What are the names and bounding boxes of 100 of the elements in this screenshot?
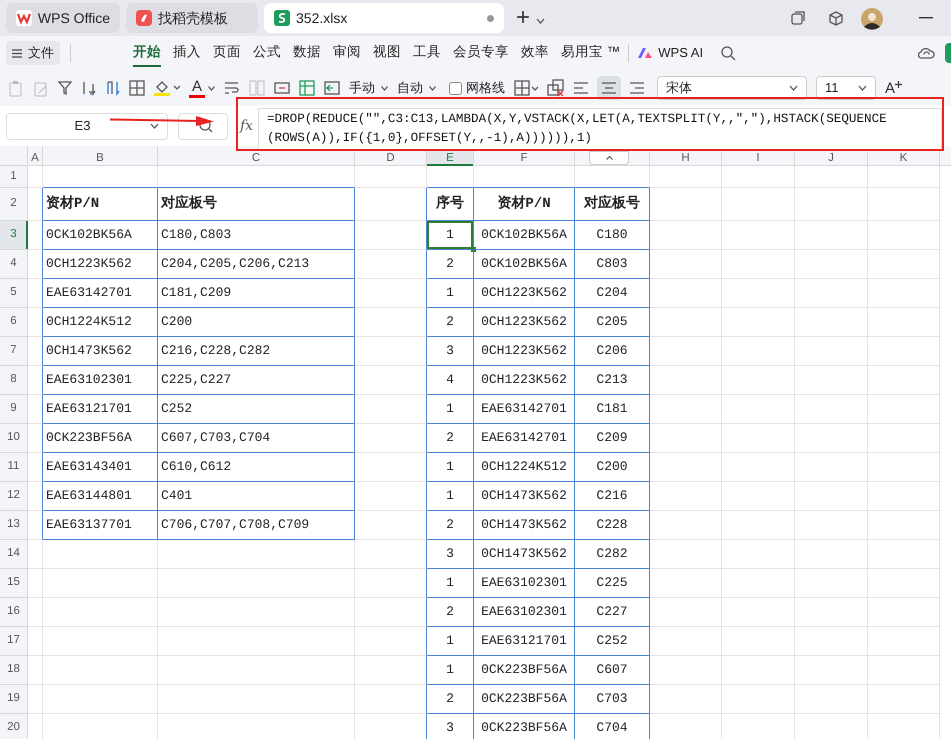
table-cell[interactable]: C204: [575, 279, 650, 308]
row-header[interactable]: 1: [0, 166, 28, 188]
window-restore-icon[interactable]: [791, 11, 805, 25]
table-cell[interactable]: 0CK102BK56A: [43, 221, 158, 250]
table-cell[interactable]: 1: [427, 395, 474, 424]
table-cell[interactable]: EAE63137701: [43, 511, 158, 540]
sheet-cell[interactable]: [355, 424, 427, 453]
ribbon-tab[interactable]: 视图: [373, 39, 401, 67]
sort-descending-icon[interactable]: [105, 80, 120, 96]
table-cell[interactable]: C206: [575, 337, 650, 366]
sheet-cell[interactable]: [355, 366, 427, 395]
sheet-cell[interactable]: [28, 395, 43, 424]
table-cell[interactable]: C225: [575, 569, 650, 598]
sheet-cell[interactable]: [28, 366, 43, 395]
fill-color-icon[interactable]: [154, 79, 180, 97]
table-cell[interactable]: EAE63142701: [43, 279, 158, 308]
table-cell[interactable]: C180: [575, 221, 650, 250]
row-height-icon[interactable]: [274, 80, 290, 96]
table-cell[interactable]: C181,C209: [158, 279, 355, 308]
row-header[interactable]: 2: [0, 188, 28, 221]
sheet-cell[interactable]: [355, 221, 427, 250]
ribbon-tab[interactable]: 易用宝 ™: [561, 39, 620, 67]
table-cell[interactable]: 0CK223BF56A: [474, 656, 575, 685]
row-height-dropdown[interactable]: 手动: [349, 78, 388, 98]
row-header[interactable]: 9: [0, 395, 28, 424]
table-cell[interactable]: C181: [575, 395, 650, 424]
table-cell[interactable]: C704: [575, 714, 650, 739]
ribbon-tab[interactable]: 审阅: [333, 39, 361, 67]
ribbon-tab[interactable]: 插入: [173, 39, 201, 67]
column-header[interactable]: E: [446, 152, 454, 164]
gridlines-checkbox[interactable]: 网格线: [449, 78, 505, 98]
align-right-icon[interactable]: [630, 82, 644, 94]
search-icon[interactable]: [721, 46, 736, 60]
table-cell[interactable]: 0CH1223K562: [474, 279, 575, 308]
table-cell[interactable]: 0CH1224K512: [474, 453, 575, 482]
name-box[interactable]: E3: [6, 112, 168, 140]
table-cell[interactable]: 1: [427, 279, 474, 308]
table-cell[interactable]: C610,C612: [158, 453, 355, 482]
table-cell[interactable]: 0CK223BF56A: [474, 685, 575, 714]
sheet-cell[interactable]: [355, 627, 427, 656]
ribbon-tab[interactable]: 数据: [293, 39, 321, 67]
cloud-sync-icon[interactable]: [918, 46, 935, 60]
column-heading[interactable]: 资材P/N: [474, 188, 575, 221]
table-border-icon[interactable]: [129, 80, 145, 96]
sheet-cell[interactable]: [355, 685, 427, 714]
table-cell[interactable]: C228: [575, 511, 650, 540]
sheet-cell[interactable]: [28, 453, 43, 482]
row-header[interactable]: 20: [0, 714, 28, 739]
table-cell[interactable]: 3: [427, 540, 474, 569]
sheet-cell[interactable]: [28, 188, 43, 221]
font-color-button[interactable]: A: [189, 78, 215, 98]
column-header[interactable]: B: [96, 152, 104, 164]
row-header[interactable]: 3: [0, 221, 28, 250]
table-cell[interactable]: C252: [158, 395, 355, 424]
align-left-icon[interactable]: [574, 82, 588, 94]
table-cell[interactable]: C803: [575, 250, 650, 279]
sheet-cell[interactable]: [355, 395, 427, 424]
table-cell[interactable]: 0CH1223K562: [474, 366, 575, 395]
table-cell[interactable]: 0CH1473K562: [474, 482, 575, 511]
ribbon-tab[interactable]: 会员专享: [453, 39, 509, 67]
avatar-icon[interactable]: [861, 8, 883, 30]
sheet-cell[interactable]: [355, 598, 427, 627]
table-cell[interactable]: C180,C803: [158, 221, 355, 250]
column-heading[interactable]: 对应板号: [158, 188, 355, 221]
table-cell[interactable]: 2: [427, 308, 474, 337]
table-cell[interactable]: 1: [427, 221, 474, 250]
sheet-cell[interactable]: [355, 308, 427, 337]
column-heading[interactable]: 资材P/N: [43, 188, 158, 221]
fill-handle[interactable]: [471, 247, 476, 252]
table-cell[interactable]: EAE63142701: [474, 395, 575, 424]
table-cell[interactable]: 0CK102BK56A: [474, 221, 575, 250]
table-cell[interactable]: C607,C703,C704: [158, 424, 355, 453]
table-cell[interactable]: C205: [575, 308, 650, 337]
table-cell[interactable]: EAE63121701: [474, 627, 575, 656]
row-header[interactable]: 14: [0, 540, 28, 569]
document-tab[interactable]: 352.xlsx: [264, 3, 504, 33]
table-cell[interactable]: 2: [427, 511, 474, 540]
row-header[interactable]: 8: [0, 366, 28, 395]
table-cell[interactable]: 0CK102BK56A: [474, 250, 575, 279]
sheet-cell[interactable]: [28, 337, 43, 366]
sheet-cell[interactable]: [355, 569, 427, 598]
wrap-text-icon[interactable]: [224, 80, 240, 96]
table-cell[interactable]: 2: [427, 424, 474, 453]
table-cell[interactable]: C209: [575, 424, 650, 453]
column-header[interactable]: F: [520, 152, 528, 164]
sheet-cell[interactable]: [28, 221, 43, 250]
sheet-cell[interactable]: [28, 308, 43, 337]
row-header[interactable]: 10: [0, 424, 28, 453]
font-name-field[interactable]: 宋体: [657, 76, 807, 100]
table-cell[interactable]: C200: [158, 308, 355, 337]
sheet-cell[interactable]: [28, 482, 43, 511]
row-header[interactable]: 16: [0, 598, 28, 627]
row-header[interactable]: 15: [0, 569, 28, 598]
increase-font-button[interactable]: A: [885, 80, 902, 96]
border-style-icon[interactable]: [514, 80, 538, 96]
sheet-cell[interactable]: [355, 540, 427, 569]
ribbon-tab[interactable]: 效率: [521, 39, 549, 67]
file-menu-button[interactable]: 文件: [6, 41, 60, 65]
chevron-down-icon[interactable]: [536, 18, 546, 24]
table-cell[interactable]: EAE63121701: [43, 395, 158, 424]
